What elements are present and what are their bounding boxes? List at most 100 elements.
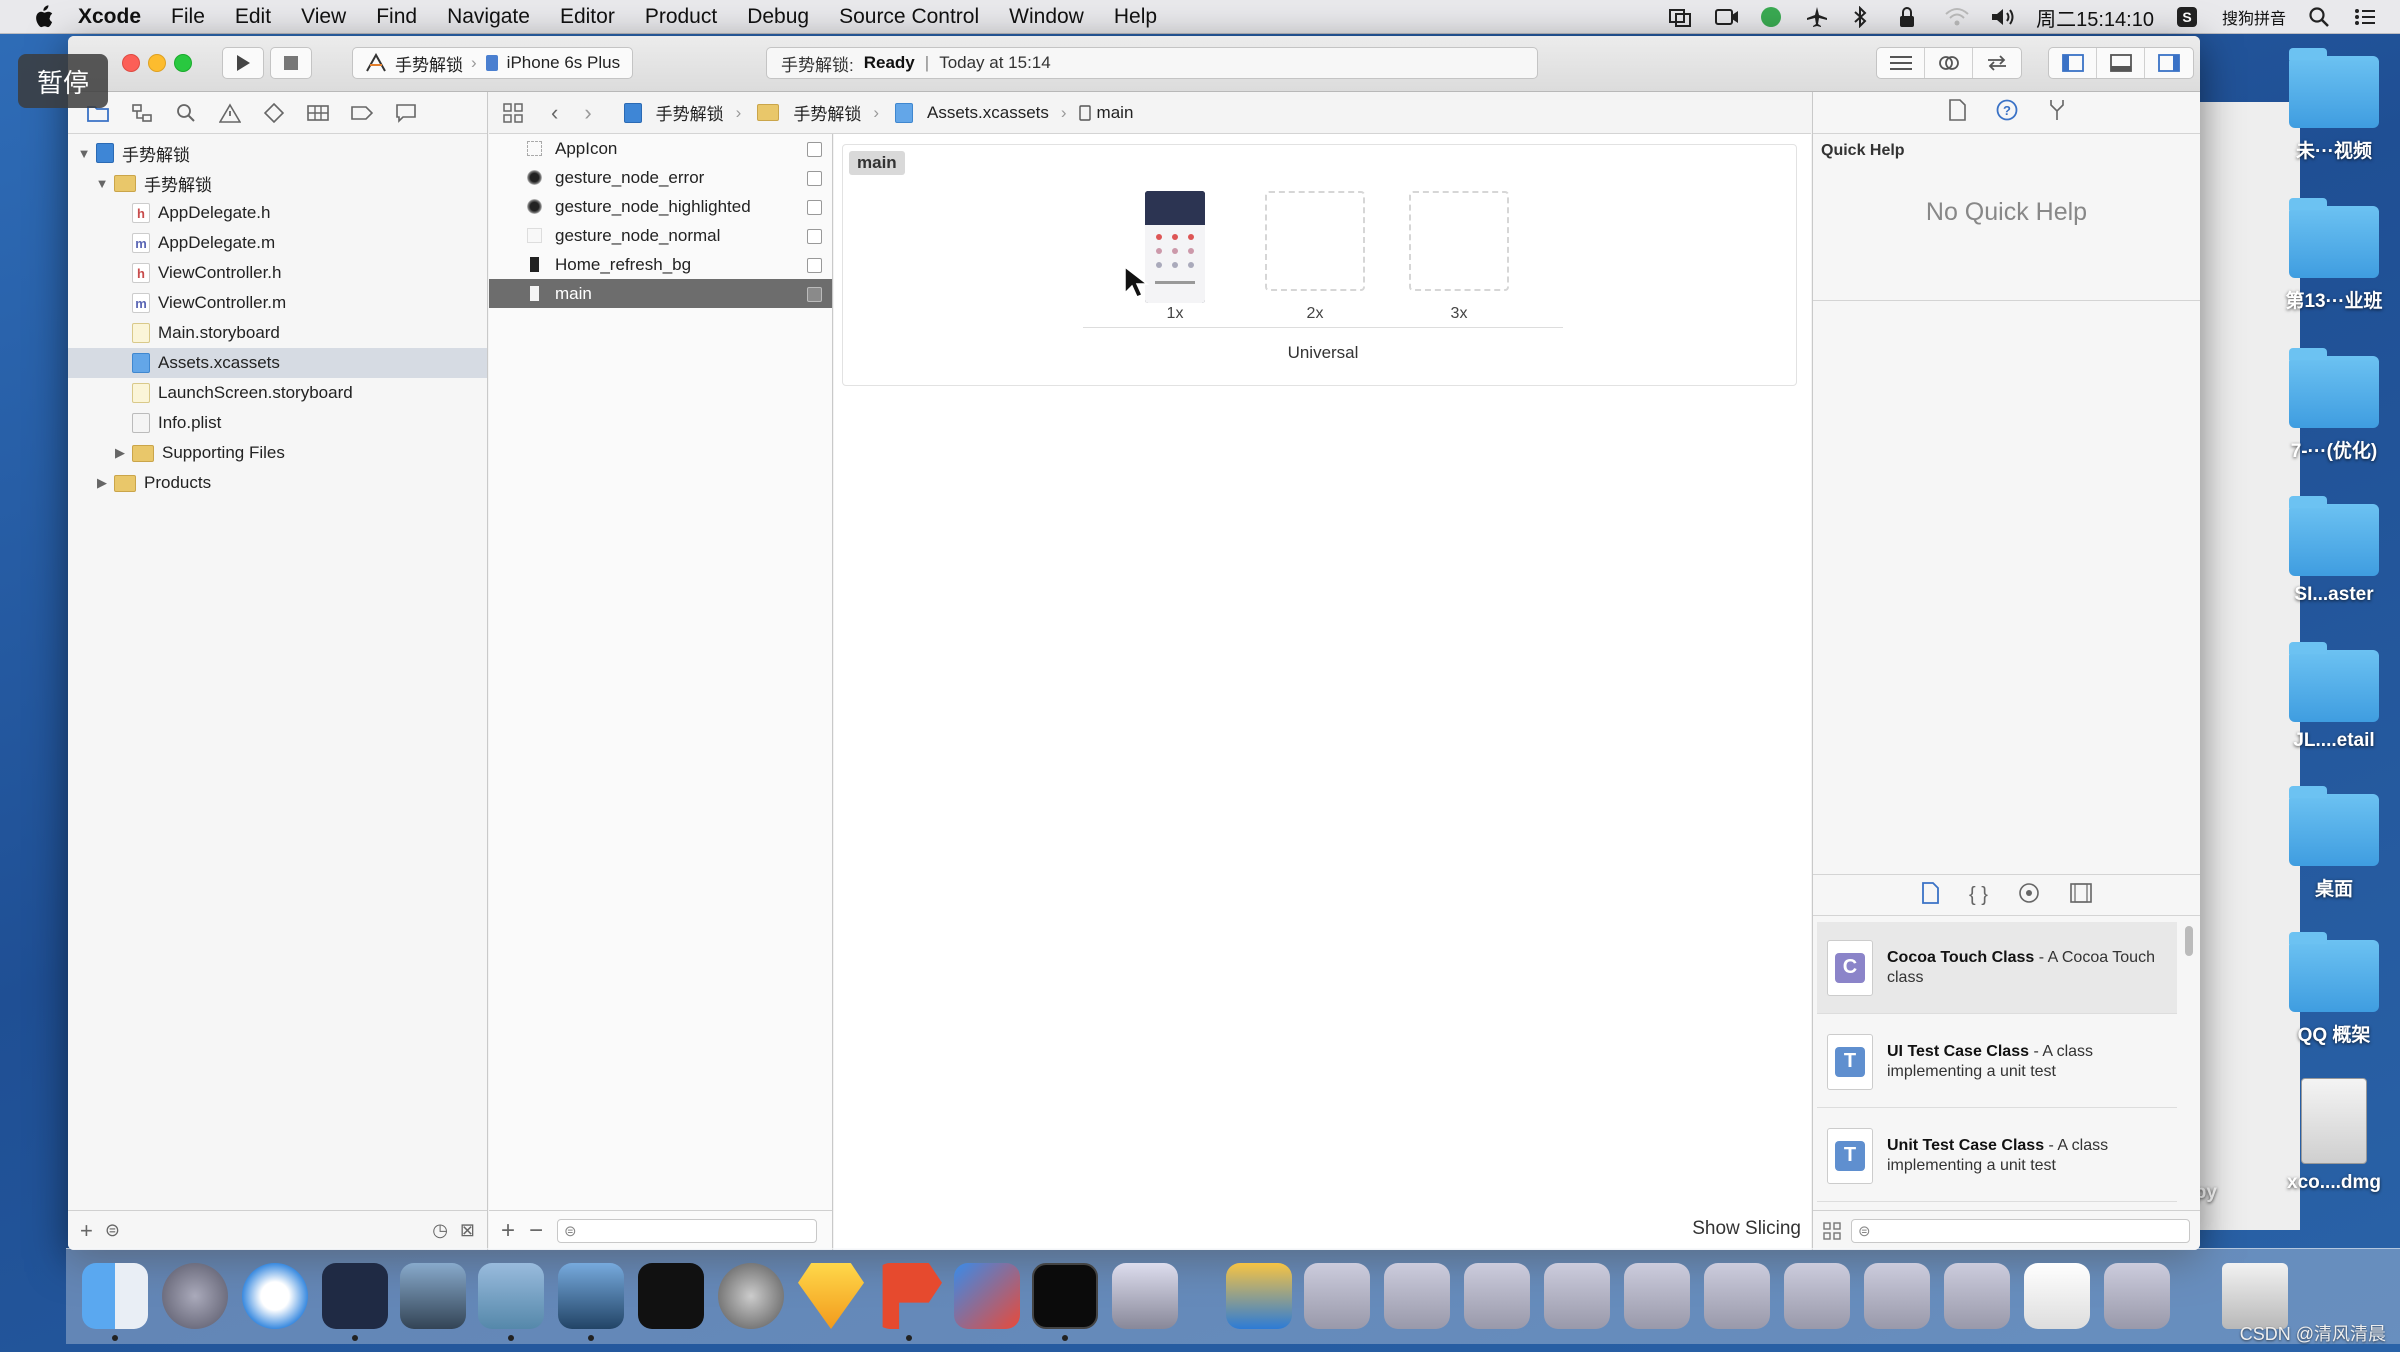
breadcrumb-main[interactable]: main [1078, 103, 1133, 123]
asset-checkbox[interactable] [807, 200, 822, 215]
disclosure-triangle-icon[interactable]: ▼ [76, 146, 92, 161]
asset-checkbox[interactable] [807, 142, 822, 157]
desktop-item-optimized[interactable]: 7-···(优化) [2274, 348, 2394, 463]
test-navigator-tab[interactable] [262, 101, 286, 125]
breadcrumb-project[interactable]: 手势解锁 [620, 100, 724, 125]
image-3x-slot[interactable] [1409, 191, 1509, 291]
notification-center-icon[interactable] [2354, 6, 2378, 28]
screenshot-file-icon[interactable] [2104, 1263, 2170, 1329]
recent-files-icon[interactable]: ◷ [432, 1220, 448, 1241]
related-items-icon[interactable] [503, 102, 523, 123]
add-icon[interactable]: + [80, 1218, 93, 1244]
asset-row-gesture-node-error[interactable]: gesture_node_error [489, 163, 832, 192]
safari-icon[interactable] [242, 1263, 308, 1329]
quick-help-tab[interactable]: ? [1996, 99, 2018, 126]
menu-editor[interactable]: Editor [560, 5, 615, 29]
screenshot-file-icon[interactable] [1944, 1263, 2010, 1329]
tree-row-viewcontroller-h[interactable]: h ViewController.h [68, 258, 487, 288]
breadcrumb-group[interactable]: 手势解锁 [753, 100, 861, 125]
plane-icon[interactable] [1806, 6, 1830, 28]
image-2x-slot[interactable] [1265, 191, 1365, 291]
tree-row-products[interactable]: ▶ Products [68, 468, 487, 498]
parallels-icon[interactable] [954, 1263, 1020, 1329]
menu-navigate[interactable]: Navigate [447, 5, 530, 29]
mouse-app-icon[interactable] [322, 1263, 388, 1329]
sync-status-icon[interactable] [1760, 6, 1784, 28]
disclosure-triangle-icon[interactable]: ▼ [94, 176, 110, 191]
assistant-editor-button[interactable] [1925, 48, 1973, 78]
tree-row-launchscreen[interactable]: LaunchScreen.storyboard [68, 378, 487, 408]
spotlight-search-icon[interactable] [2308, 6, 2332, 28]
pause-button[interactable]: 暂停 [18, 54, 108, 108]
asset-row-gesture-node-normal[interactable]: gesture_node_normal [489, 221, 832, 250]
system-preferences-icon[interactable] [718, 1263, 784, 1329]
preview-icon[interactable] [1112, 1263, 1178, 1329]
menu-help[interactable]: Help [1114, 5, 1157, 29]
disclosure-triangle-icon[interactable]: ▶ [94, 475, 110, 491]
run-button[interactable] [222, 47, 264, 79]
report-navigator-tab[interactable] [394, 101, 418, 125]
desktop-item-video[interactable]: 未···视频 [2274, 48, 2394, 163]
object-library-tab[interactable] [2018, 882, 2040, 909]
asset-row-gesture-node-highlighted[interactable]: gesture_node_highlighted [489, 192, 832, 221]
library-filter-field[interactable]: ⊜ [1851, 1218, 2190, 1243]
tree-row-main-storyboard[interactable]: Main.storyboard [68, 318, 487, 348]
screenshot-file-icon[interactable] [1384, 1263, 1450, 1329]
breadcrumb-assets[interactable]: Assets.xcassets [891, 102, 1049, 123]
screenshot-file-icon[interactable] [1624, 1263, 1690, 1329]
input-method-label[interactable]: 搜狗拼音 [2222, 5, 2286, 29]
disclosure-triangle-icon[interactable]: ▶ [112, 445, 128, 461]
asset-checkbox[interactable] [807, 171, 822, 186]
menu-debug[interactable]: Debug [747, 5, 809, 29]
find-navigator-tab[interactable] [174, 101, 198, 125]
sketch-icon[interactable] [798, 1263, 864, 1329]
show-slicing-button[interactable]: Show Slicing [1692, 1218, 1801, 1240]
back-arrow-icon[interactable]: ‹ [551, 100, 558, 126]
screenshot-file-icon[interactable] [1304, 1263, 1370, 1329]
toggle-navigator-button[interactable] [2049, 48, 2097, 78]
pages-icon[interactable] [882, 1263, 942, 1329]
remove-asset-icon[interactable]: − [529, 1217, 543, 1245]
desktop-item-detail[interactable]: JL....etail [2274, 642, 2394, 752]
image-set-name[interactable]: main [849, 151, 905, 175]
file-inspector-tab[interactable] [1948, 99, 1966, 126]
screenshot-file-icon[interactable] [1464, 1263, 1530, 1329]
menu-product[interactable]: Product [645, 5, 717, 29]
sogou-input-icon[interactable]: S [2176, 6, 2200, 28]
desktop-item-master[interactable]: SI...aster [2274, 496, 2394, 606]
attributes-inspector-tab[interactable] [2048, 99, 2066, 126]
close-window-button[interactable] [122, 54, 140, 72]
zoom-window-button[interactable] [174, 54, 192, 72]
scheme-selector[interactable]: 手势解锁 › iPhone 6s Plus [352, 47, 634, 79]
menu-window[interactable]: Window [1009, 5, 1084, 29]
desktop-item-desktop[interactable]: 桌面 [2274, 786, 2394, 901]
standard-editor-button[interactable] [1877, 48, 1925, 78]
issue-navigator-tab[interactable] [218, 101, 242, 125]
stop-button[interactable] [270, 47, 312, 79]
library-scrollbar[interactable] [2185, 926, 2193, 956]
minimize-window-button[interactable] [148, 54, 166, 72]
menu-source-control[interactable]: Source Control [839, 5, 979, 29]
toggle-debug-area-button[interactable] [2097, 48, 2145, 78]
asset-checkbox[interactable] [807, 229, 822, 244]
tree-row-appdelegate-h[interactable]: h AppDelegate.h [68, 198, 487, 228]
apple-menu-icon[interactable] [30, 4, 56, 30]
screen-record-icon[interactable] [1714, 6, 1739, 28]
scm-filter-icon[interactable]: ⊠ [460, 1220, 475, 1241]
tree-row-assets[interactable]: Assets.xcassets [68, 348, 487, 378]
xcode-hammer-icon[interactable] [478, 1263, 544, 1329]
tree-row-project[interactable]: ▼ 手势解锁 [68, 138, 487, 168]
quicktime-icon[interactable] [1226, 1263, 1292, 1329]
screen-mirror-icon[interactable] [1668, 6, 1692, 28]
version-editor-button[interactable] [1973, 48, 2021, 78]
debug-navigator-tab[interactable] [306, 101, 330, 125]
menu-edit[interactable]: Edit [235, 5, 271, 29]
library-item-cocoa-touch-class[interactable]: C Cocoa Touch Class - A Cocoa Touch clas… [1817, 922, 2177, 1014]
symbol-navigator-tab[interactable] [130, 101, 154, 125]
forward-arrow-icon[interactable]: › [584, 100, 591, 126]
menu-app-name[interactable]: Xcode [78, 5, 141, 29]
file-template-library-tab[interactable] [1921, 881, 1939, 909]
desktop-item-dmg[interactable]: xco....dmg [2274, 1078, 2394, 1194]
asset-row-main[interactable]: main [489, 279, 832, 308]
menu-view[interactable]: View [301, 5, 346, 29]
